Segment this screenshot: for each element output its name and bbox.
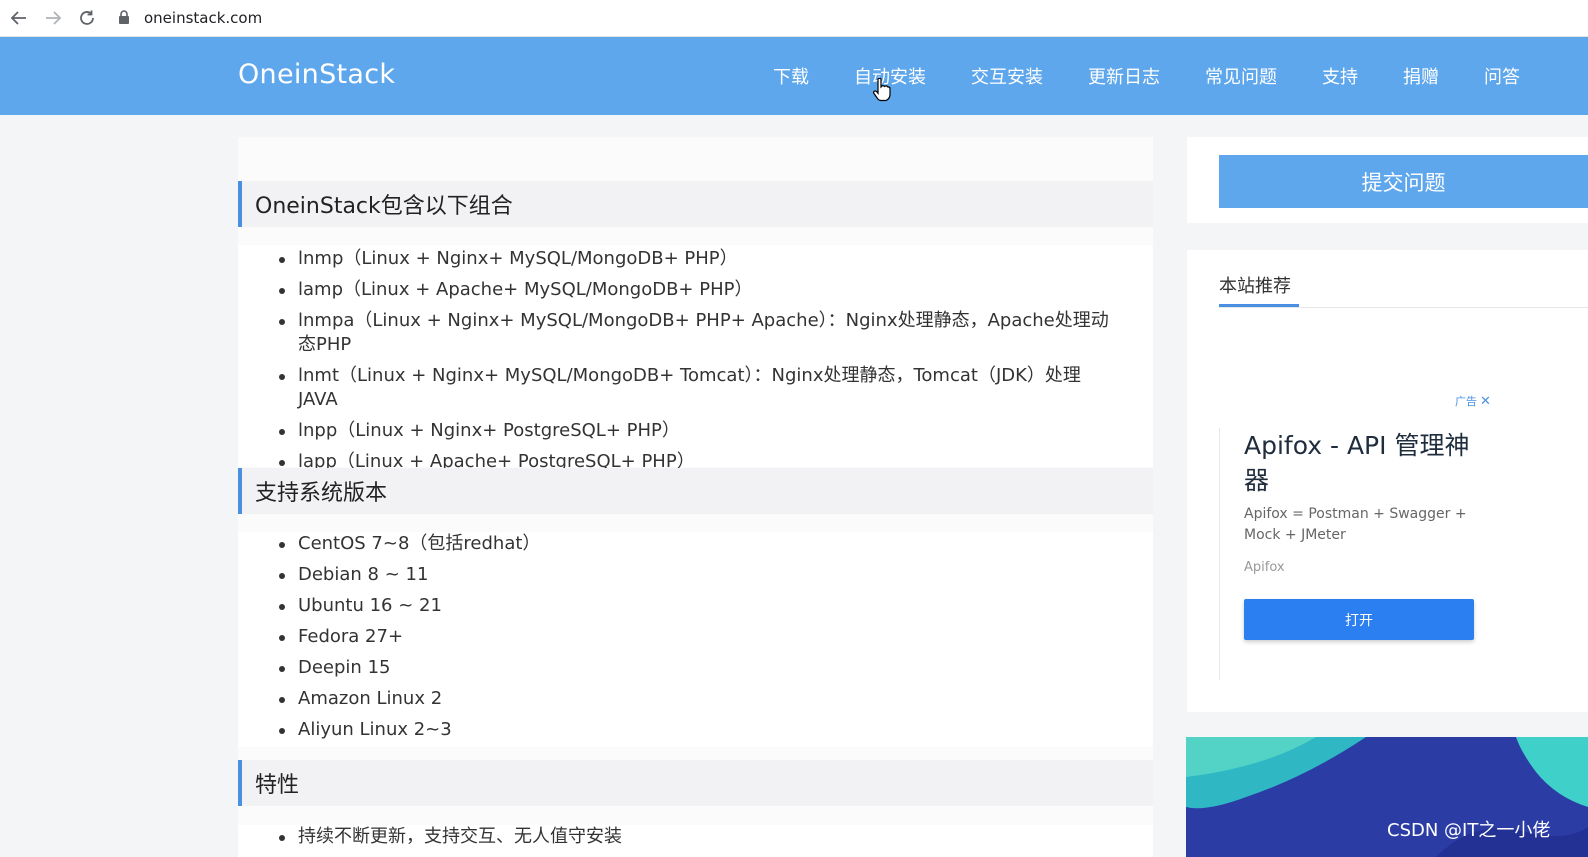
ad-headline[interactable]: Apifox - API 管理神器 bbox=[1244, 428, 1474, 498]
close-icon[interactable]: ✕ bbox=[1480, 394, 1491, 409]
list-item: lnmp（Linux + Nginx+ MySQL/MongoDB+ PHP） bbox=[238, 247, 1153, 271]
ad-description: Apifox = Postman + Swagger + Mock + JMet… bbox=[1244, 506, 1467, 543]
submit-question-button[interactable]: 提交问题 bbox=[1219, 155, 1588, 208]
nav-qa[interactable]: 问答 bbox=[1484, 63, 1520, 89]
recommend-tab-underline bbox=[1219, 304, 1299, 307]
forward-button[interactable] bbox=[36, 1, 70, 35]
arrow-right-icon bbox=[46, 11, 62, 25]
features-list: 持续不断更新，支持交互、无人值守安装 bbox=[238, 825, 1153, 857]
site-logo[interactable]: OneinStack bbox=[238, 59, 395, 90]
ad-badge: 广告 ✕ bbox=[1455, 393, 1491, 409]
list-item: Amazon Linux 2 bbox=[238, 687, 1153, 711]
ad-card[interactable]: Apifox - API 管理神器 Apifox = Postman + Swa… bbox=[1219, 428, 1499, 680]
reload-button[interactable] bbox=[70, 1, 104, 35]
site-header: OneinStack 下载 自动安装 交互安装 更新日志 常见问题 支持 捐赠 … bbox=[0, 37, 1588, 115]
ad-source: Apifox bbox=[1244, 560, 1285, 575]
list-item: 持续不断更新，支持交互、无人值守安装 bbox=[238, 825, 1153, 849]
section-title-features: 特性 bbox=[238, 760, 1153, 806]
nav-faq[interactable]: 常见问题 bbox=[1205, 63, 1277, 89]
hand-cursor-icon bbox=[873, 77, 891, 102]
watermark-text: CSDN @IT之一小佬 bbox=[1387, 820, 1551, 841]
stack-list: lnmp（Linux + Nginx+ MySQL/MongoDB+ PHP） … bbox=[238, 245, 1153, 472]
nav-download[interactable]: 下载 bbox=[773, 63, 809, 89]
reload-icon bbox=[80, 10, 94, 25]
main-nav: 下载 自动安装 交互安装 更新日志 常见问题 支持 捐赠 问答 bbox=[773, 63, 1565, 89]
nav-changelog[interactable]: 更新日志 bbox=[1088, 63, 1160, 89]
nav-interactive-install[interactable]: 交互安装 bbox=[971, 63, 1043, 89]
back-button[interactable] bbox=[2, 1, 36, 35]
browser-toolbar: oneinstack.com bbox=[0, 0, 1588, 37]
address-bar[interactable]: oneinstack.com bbox=[118, 9, 262, 28]
ad-label: 广告 bbox=[1455, 395, 1477, 408]
recommend-title: 本站推荐 bbox=[1219, 276, 1291, 297]
arrow-left-icon bbox=[10, 11, 26, 25]
list-item: lnmt（Linux + Nginx+ MySQL/MongoDB+ Tomca… bbox=[238, 364, 1153, 412]
list-item: Ubuntu 16 ~ 21 bbox=[238, 594, 1153, 618]
url-text: oneinstack.com bbox=[144, 9, 263, 27]
list-item: Aliyun Linux 2~3 bbox=[238, 718, 1153, 742]
section-title-stacks: OneinStack包含以下组合 bbox=[238, 181, 1153, 227]
section-title-os: 支持系统版本 bbox=[238, 468, 1153, 514]
list-item: CentOS 7~8（包括redhat） bbox=[238, 532, 1153, 556]
divider bbox=[1219, 307, 1588, 308]
main-content: OneinStack包含以下组合 lnmp（Linux + Nginx+ MyS… bbox=[238, 137, 1153, 857]
list-item: lnpp（Linux + Nginx+ PostgreSQL+ PHP） bbox=[238, 419, 1153, 443]
list-item: lamp（Linux + Apache+ MySQL/MongoDB+ PHP） bbox=[238, 278, 1153, 302]
list-item: Debian 8 ~ 11 bbox=[238, 563, 1153, 587]
list-item: Deepin 15 bbox=[238, 656, 1153, 680]
sidebar-recommend-card: 本站推荐 广告 ✕ Apifox - API 管理神器 Apifox = Pos… bbox=[1187, 250, 1588, 712]
list-item: Fedora 27+ bbox=[238, 625, 1153, 649]
lock-icon bbox=[118, 9, 130, 28]
list-item: lnmpa（Linux + Nginx+ MySQL/MongoDB+ PHP+… bbox=[238, 309, 1153, 357]
os-list: CentOS 7~8（包括redhat） Debian 8 ~ 11 Ubunt… bbox=[238, 532, 1153, 747]
nav-donate[interactable]: 捐赠 bbox=[1403, 63, 1439, 89]
nav-support[interactable]: 支持 bbox=[1322, 63, 1358, 89]
ad-open-button[interactable]: 打开 bbox=[1244, 599, 1474, 640]
